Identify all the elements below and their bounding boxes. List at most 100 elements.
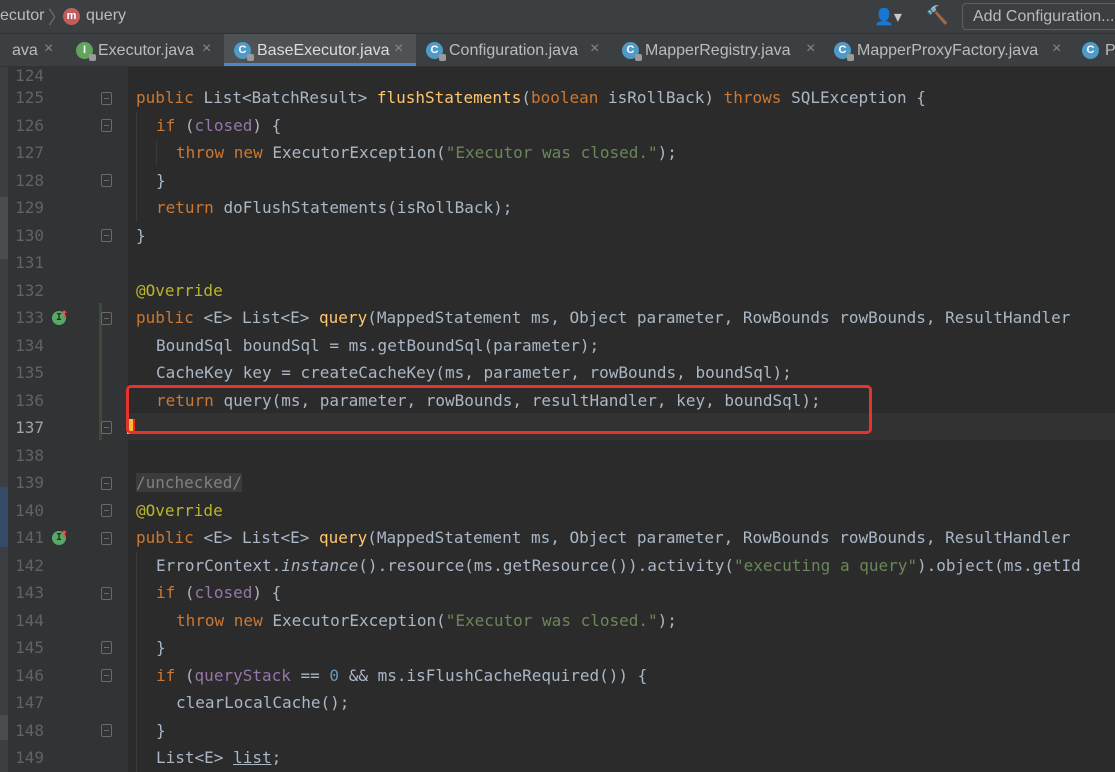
line-number: 149 — [15, 748, 44, 767]
code-line-147[interactable]: clearLocalCache(); — [176, 693, 349, 712]
line-number: 141 — [15, 528, 44, 547]
code-line-146[interactable]: if (queryStack == 0 && ms.isFlushCacheRe… — [156, 666, 647, 685]
code-line-128[interactable]: } — [156, 171, 166, 190]
line-number: 139 — [15, 473, 44, 492]
tab-label: Pl — [1105, 42, 1115, 59]
line-number: 142 — [15, 556, 44, 575]
fold-marker-icon[interactable] — [101, 504, 112, 517]
close-icon[interactable]: × — [806, 40, 815, 58]
code-line-139[interactable]: /unchecked/ — [136, 473, 242, 492]
line-number-current: 137 — [15, 418, 44, 437]
code-line-127[interactable]: throw new ExecutorException("Executor wa… — [176, 143, 677, 162]
code-line-135[interactable]: CacheKey key = createCacheKey(ms, parame… — [156, 363, 792, 382]
editor-tab-bar: ava × I Executor.java × C BaseExecutor.j… — [0, 34, 1115, 67]
fold-marker-icon[interactable] — [101, 174, 112, 187]
fold-marker-icon[interactable] — [101, 477, 112, 490]
line-number: 136 — [15, 391, 44, 410]
tool-window-button[interactable] — [0, 715, 8, 740]
navigate-up-arrow-icon[interactable]: ↑ — [60, 526, 68, 542]
fold-marker-icon[interactable] — [101, 119, 112, 132]
line-number: 133 — [15, 308, 44, 327]
fold-marker-icon[interactable] — [101, 641, 112, 654]
class-icon: C — [234, 42, 254, 61]
tab-configuration-java[interactable]: C Configuration.java × — [416, 34, 612, 66]
code-line-129[interactable]: return doFlushStatements(isRollBack); — [156, 198, 512, 217]
line-number: 143 — [15, 583, 44, 602]
fold-marker-icon[interactable] — [101, 669, 112, 682]
tab-label: ava — [12, 42, 38, 59]
tab-label: MapperRegistry.java — [645, 42, 791, 59]
indent-guide — [156, 140, 157, 166]
tab-label: BaseExecutor.java — [257, 42, 390, 59]
code-line-126[interactable]: if (closed) { — [156, 116, 281, 135]
code-line-136[interactable]: return query(ms, parameter, rowBounds, r… — [156, 391, 821, 410]
code-line-148[interactable]: } — [156, 721, 166, 740]
class-icon: C — [622, 42, 642, 61]
add-configuration-button[interactable]: Add Configuration... — [962, 3, 1115, 30]
fold-marker-icon[interactable] — [101, 229, 112, 242]
code-line-125[interactable]: public List<BatchResult> flushStatements… — [136, 88, 926, 107]
fold-marker-icon[interactable] — [101, 92, 112, 105]
navigate-up-arrow-icon[interactable]: ↑ — [60, 306, 68, 322]
line-number: 134 — [15, 336, 44, 355]
code-line-149[interactable]: List<E> list; — [156, 748, 281, 767]
line-number: 148 — [15, 721, 44, 740]
line-number: 144 — [15, 611, 44, 630]
close-icon[interactable]: × — [44, 40, 53, 58]
tab-label: Executor.java — [98, 42, 195, 59]
fold-marker-icon[interactable] — [101, 724, 112, 737]
fold-marker-icon[interactable] — [101, 587, 112, 600]
tab-partial-next[interactable]: C Pl — [1072, 34, 1115, 66]
fold-marker-icon[interactable] — [101, 312, 112, 325]
class-icon: C — [426, 42, 446, 61]
line-number: 128 — [15, 171, 44, 190]
line-number: 147 — [15, 693, 44, 712]
line-number: 138 — [15, 446, 44, 465]
breadcrumb-class[interactable]: ecutor — [0, 7, 44, 25]
breadcrumb-method[interactable]: query — [86, 7, 126, 25]
current-line-highlight — [128, 413, 1115, 440]
indent-guide — [136, 112, 137, 222]
left-tool-strip[interactable] — [0, 67, 8, 772]
line-number: 126 — [15, 116, 44, 135]
line-number: 145 — [15, 638, 44, 657]
close-icon[interactable]: × — [202, 40, 211, 58]
class-icon: C — [834, 42, 854, 61]
tab-mapperproxyfactory-java[interactable]: C MapperProxyFactory.java × — [828, 34, 1072, 66]
user-account-icon[interactable]: 👤▾ — [874, 7, 902, 27]
tab-partial-java[interactable]: ava × — [0, 34, 64, 66]
close-icon[interactable]: × — [394, 40, 403, 58]
code-line-140[interactable]: @Override — [136, 501, 223, 520]
code-line-145[interactable]: } — [156, 638, 166, 657]
close-icon[interactable]: × — [590, 40, 599, 58]
tab-mapperregistry-java[interactable]: C MapperRegistry.java × — [612, 34, 828, 66]
build-hammer-icon[interactable]: 🔨 — [926, 5, 948, 26]
code-line-142[interactable]: ErrorContext.instance().resource(ms.getR… — [156, 556, 1081, 575]
tab-label: Configuration.java — [449, 42, 578, 59]
fold-marker-icon[interactable] — [101, 532, 112, 545]
line-number: 140 — [15, 501, 44, 520]
tool-window-button[interactable] — [0, 197, 8, 259]
tab-baseexecutor-java[interactable]: C BaseExecutor.java × — [224, 34, 416, 66]
code-line-134[interactable]: BoundSql boundSql = ms.getBoundSql(param… — [156, 336, 599, 355]
tab-label: MapperProxyFactory.java — [857, 42, 1039, 59]
code-line-141[interactable]: public <E> List<E> query(MappedStatement… — [136, 528, 1070, 547]
line-number: 125 — [15, 88, 44, 107]
fold-marker-icon[interactable] — [101, 421, 112, 434]
text-caret-line — [133, 419, 135, 434]
tab-executor-java[interactable]: I Executor.java × — [64, 34, 224, 66]
code-line-132[interactable]: @Override — [136, 281, 223, 300]
method-icon: m — [63, 8, 80, 25]
line-number: 131 — [15, 253, 44, 272]
code-line-144[interactable]: throw new ExecutorException("Executor wa… — [176, 611, 677, 630]
line-number: 129 — [15, 198, 44, 217]
code-line-130[interactable]: } — [136, 226, 146, 245]
code-line-133[interactable]: public <E> List<E> query(MappedStatement… — [136, 308, 1070, 327]
close-icon[interactable]: × — [1052, 40, 1061, 58]
code-line-143[interactable]: if (closed) { — [156, 583, 281, 602]
navigation-bar: ecutor 〉 m query 👤▾ 🔨 Add Configuration.… — [0, 0, 1115, 34]
line-number: 130 — [15, 226, 44, 245]
line-number: 124 — [15, 66, 44, 85]
tool-window-button[interactable] — [0, 487, 8, 547]
interface-icon: I — [76, 42, 96, 61]
